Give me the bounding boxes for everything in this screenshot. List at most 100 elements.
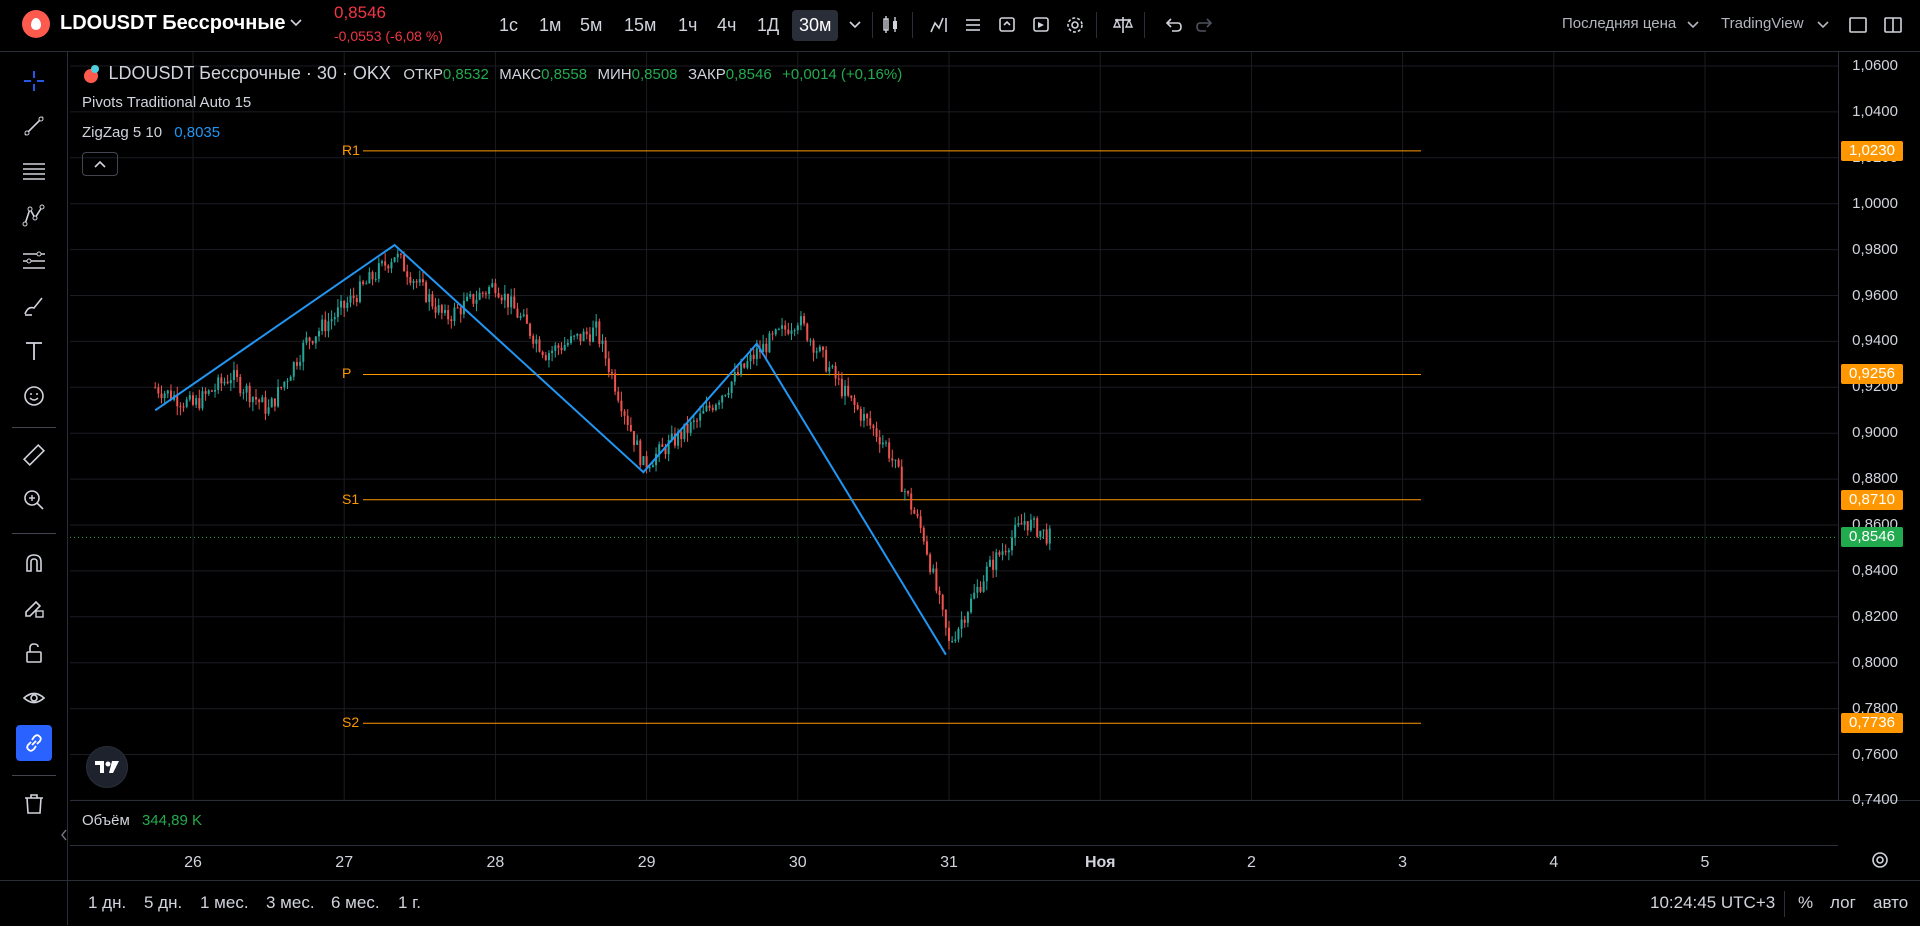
candle-body [522,314,525,317]
candle-body [292,362,295,377]
candle-body [179,406,182,408]
candle-body [919,516,922,529]
collapse-legend-button[interactable] [82,152,118,176]
candle-body [466,296,469,301]
percent-toggle[interactable]: % [1798,893,1813,913]
candle-body [585,331,588,335]
candle-body [497,293,500,298]
candle-body [321,319,324,332]
price-axis[interactable]: 1,06001,04001,02001,00000,98000,96000,94… [1838,52,1920,808]
candle-body [390,262,393,269]
candle-body [374,278,377,280]
auto-toggle[interactable]: авто [1873,893,1908,913]
time-axis-label: Ноя [1084,854,1116,871]
candle-body [516,308,519,318]
candle-body [686,423,689,433]
main-legend: LDOUSDT Бессрочные · 30 · OKX ОТКР0,8532… [82,63,902,85]
candle-body [765,343,768,353]
price-axis-label: 0,9400 [1852,332,1898,350]
chart-settings-icon[interactable] [1870,850,1890,875]
pivot-label-s2: S2 [342,714,360,731]
range-1d[interactable]: 1 дн. [88,893,126,913]
candle-body [743,363,746,368]
volume-legend[interactable]: Объём 344,89 K [82,812,202,829]
candle-body [1029,519,1032,531]
candle-body [705,405,708,412]
candle-body [998,552,1001,555]
candle-body [793,330,796,332]
candle-body [327,321,330,332]
candle-body [1039,530,1042,537]
candle-body [447,309,450,320]
volume-value: 344,89 K [141,812,203,829]
candle-body [472,294,475,304]
time-axis[interactable]: 26 27 28 29 30 31 Ноя 2 3 4 5 [70,845,1838,878]
log-toggle[interactable]: лог [1830,893,1856,913]
time-axis-label: 30 [788,854,807,871]
candle-body [529,323,532,337]
candle-body [352,295,355,299]
candle-body [406,271,409,278]
candle-body [582,331,585,342]
candle-body [201,391,204,409]
candle-body [368,272,371,284]
candle-body [812,340,815,353]
pivot-tag-r1: 1,0230 [1841,140,1903,161]
range-6m[interactable]: 6 мес. [331,893,380,913]
price-axis-label: 0,8000 [1852,653,1898,671]
candle-body [1048,528,1051,544]
zigzag-indicator-legend[interactable]: ZigZag 5 10 0,8035 [82,124,220,141]
candle-body [308,337,311,342]
tradingview-logo-icon[interactable] [86,746,128,788]
candle-body [185,399,188,407]
candle-body [195,398,198,405]
pivot-label-p: P [342,365,352,382]
range-1m[interactable]: 1 мес. [200,893,249,913]
candle-body [557,345,560,348]
candle-body [248,385,251,403]
legend-title[interactable]: LDOUSDT Бессрочные · 30 · OKX [108,63,390,83]
candle-body [762,343,765,353]
candle-body [604,340,607,359]
candle-body [614,373,617,392]
price-axis-label: 0,9600 [1852,286,1898,304]
pivot-label-s1: S1 [342,490,360,507]
legend-high-label: МАКС [499,66,542,83]
candle-body [428,294,431,302]
clock[interactable]: 10:24:45 UTC+3 [1650,893,1775,913]
candle-body [444,309,446,313]
candle-body [399,253,402,255]
range-1y[interactable]: 1 г. [398,893,421,913]
candle-body [976,586,979,593]
time-axis-label: 2 [1246,854,1256,871]
zigzag-label: ZigZag 5 10 [82,124,163,141]
candle-body [220,377,223,384]
price-axis-label: 0,8200 [1852,607,1898,625]
candle-body [601,340,604,344]
range-3m[interactable]: 3 мес. [266,893,315,913]
range-5d[interactable]: 5 дн. [144,893,182,913]
candle-body [636,440,639,445]
candle-body [396,253,399,258]
candle-body [488,287,491,294]
candle-body [1007,550,1010,553]
candle-body [913,509,916,514]
price-chart[interactable] [0,0,1920,925]
candle-body [1033,518,1036,520]
candle-body [560,347,563,351]
candle-body [891,458,894,461]
candle-body [925,541,928,555]
pivots-indicator-legend[interactable]: Pivots Traditional Auto 15 [82,94,251,111]
candle-body [963,619,966,623]
candle-body [450,319,453,322]
candle-body [881,442,884,445]
candle-body [302,342,305,362]
candle-body [815,351,818,353]
candle-body [799,316,802,326]
candle-body [853,397,856,405]
candle-body [431,294,434,307]
candle-body [192,395,194,405]
candle-body [475,299,478,304]
candle-body [645,456,648,468]
bottom-toolbar: 1 дн. 5 дн. 1 мес. 3 мес. 6 мес. 1 г. 10… [0,880,1920,926]
